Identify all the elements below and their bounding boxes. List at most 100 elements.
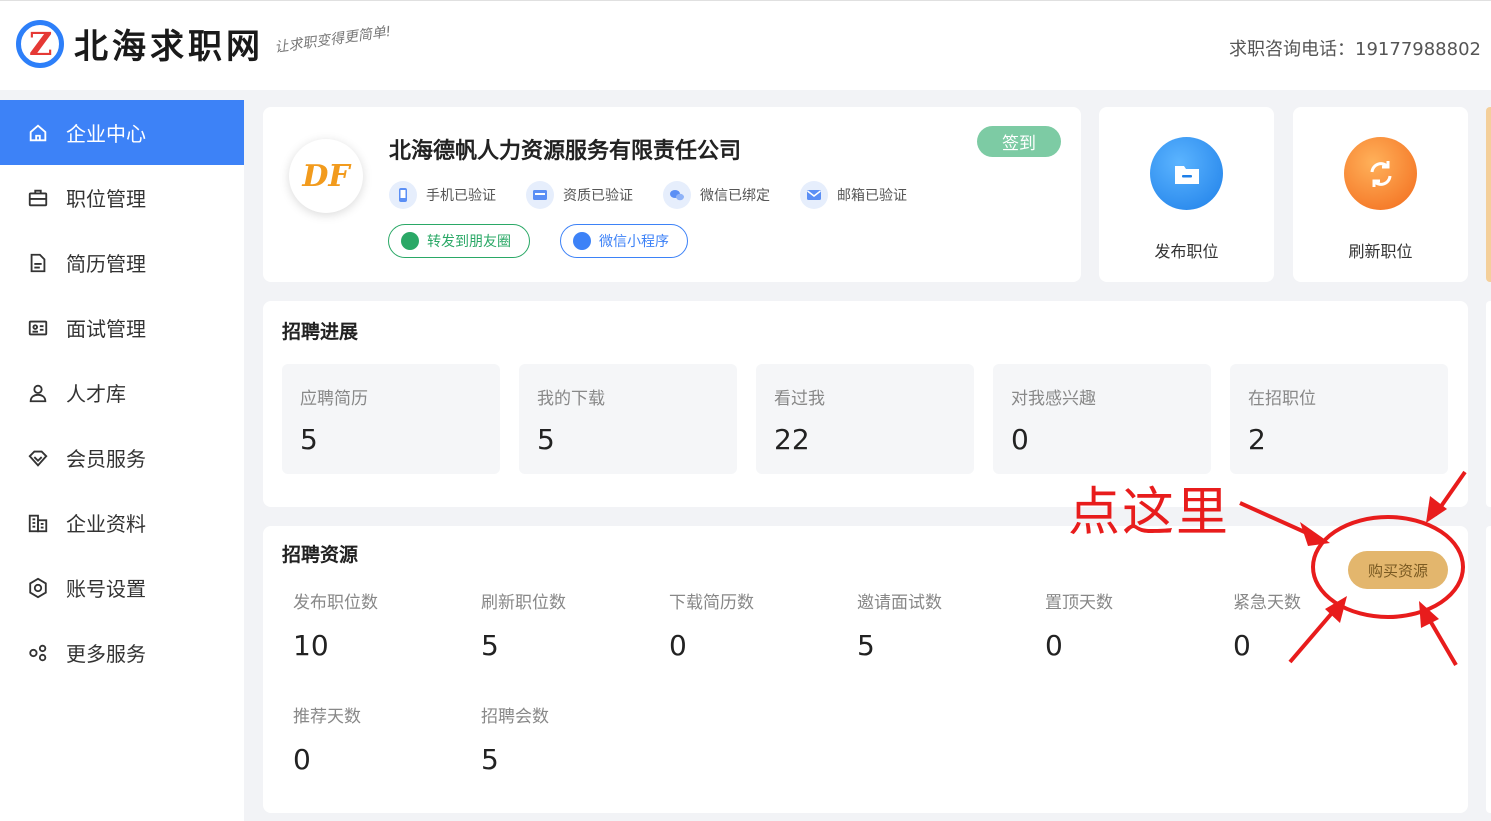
company-name: 北海德帆人力资源服务有限责任公司 <box>389 139 742 164</box>
resource-label: 推荐天数 <box>293 707 361 727</box>
stat-value: 2 <box>1248 423 1266 456</box>
resource-item: 招聘会数 5 <box>481 702 669 776</box>
site-slogan: 让求职变得更简单! <box>273 23 393 56</box>
company-logo: DF <box>289 139 363 213</box>
resource-item: 发布职位数 10 <box>293 588 481 662</box>
verification-phone: 手机已验证 <box>389 181 496 209</box>
sidebar-item-interview-management[interactable]: 面试管理 <box>0 295 244 360</box>
resource-value: 0 <box>1233 629 1251 662</box>
resource-value: 10 <box>293 629 329 662</box>
home-icon <box>26 121 50 145</box>
sidebar-item-label: 职位管理 <box>66 187 146 211</box>
resource-label: 刷新职位数 <box>481 593 566 613</box>
sidebar-item-member-service[interactable]: 会员服务 <box>0 425 244 490</box>
stat-interested[interactable]: 对我感兴趣 0 <box>993 364 1211 474</box>
sidebar-item-label: 简历管理 <box>66 252 146 276</box>
stat-value: 5 <box>300 423 318 456</box>
document-icon <box>26 251 50 275</box>
resource-value: 0 <box>669 629 687 662</box>
sidebar: 企业中心 职位管理 简历管理 面试管理 人才库 会员服务 企业资料 账号设置 更… <box>0 100 244 821</box>
stat-viewed-me[interactable]: 看过我 22 <box>756 364 974 474</box>
share-moments-button[interactable]: 转发到朋友圈 <box>388 224 530 258</box>
id-card-icon <box>26 316 50 340</box>
post-job-button[interactable]: 发布职位 <box>1099 107 1274 282</box>
sidebar-item-enterprise-center[interactable]: 企业中心 <box>0 100 244 165</box>
verification-label: 手机已验证 <box>426 188 496 204</box>
verification-wechat: 微信已绑定 <box>663 181 770 209</box>
annotation-text: 点这里 <box>1068 483 1231 543</box>
checkin-button[interactable]: 签到 <box>977 126 1061 157</box>
sidebar-item-more-services[interactable]: 更多服务 <box>0 620 244 685</box>
sidebar-item-label: 更多服务 <box>66 642 146 666</box>
sidebar-item-job-management[interactable]: 职位管理 <box>0 165 244 230</box>
settings-icon <box>26 576 50 600</box>
sidebar-item-resume-management[interactable]: 简历管理 <box>0 230 244 295</box>
top-bar: 北海求职网 让求职变得更简单! 求职咨询电话：19177988802 <box>0 0 1491 90</box>
verification-credential: 资质已验证 <box>526 181 633 209</box>
post-job-label: 发布职位 <box>1154 242 1219 261</box>
resource-item: 邀请面试数 5 <box>857 588 1045 662</box>
company-logo-text: DF <box>302 158 350 194</box>
resource-value: 5 <box>481 743 499 776</box>
stat-downloads[interactable]: 我的下载 5 <box>519 364 737 474</box>
hotline-text: 求职咨询电话：19177988802 <box>1229 39 1481 60</box>
resource-value: 5 <box>481 629 499 662</box>
section-title: 招聘进展 <box>282 321 359 343</box>
recruitment-resources-card: 招聘资源 购买资源 发布职位数 10 刷新职位数 5 下载简历数 0 邀请面试数… <box>263 526 1468 813</box>
buy-resources-button[interactable]: 购买资源 <box>1348 551 1448 589</box>
sidebar-item-talent-pool[interactable]: 人才库 <box>0 360 244 425</box>
resource-value: 0 <box>293 743 311 776</box>
resource-label: 下载简历数 <box>669 593 754 613</box>
partial-card-edge <box>1486 107 1491 282</box>
progress-stats: 应聘简历 5 我的下载 5 看过我 22 对我感兴趣 0 在招职位 2 <box>282 364 1448 474</box>
building-icon <box>26 511 50 535</box>
refresh-job-button[interactable]: 刷新职位 <box>1293 107 1468 282</box>
resource-value: 0 <box>1045 629 1063 662</box>
mail-icon <box>800 181 828 209</box>
sidebar-item-company-profile[interactable]: 企业资料 <box>0 490 244 555</box>
site-logo[interactable]: 北海求职网 让求职变得更简单! <box>16 19 392 68</box>
sidebar-item-account-settings[interactable]: 账号设置 <box>0 555 244 620</box>
resource-value: 5 <box>857 629 875 662</box>
recruitment-progress-card: 招聘进展 应聘简历 5 我的下载 5 看过我 22 对我感兴趣 0 在招职位 2 <box>263 301 1468 507</box>
folder-icon <box>1150 137 1223 210</box>
share-actions: 转发到朋友圈 微信小程序 <box>388 224 718 258</box>
credential-icon <box>526 181 554 209</box>
verification-list: 手机已验证 资质已验证 微信已绑定 邮箱已验证 <box>389 181 937 209</box>
stat-value: 0 <box>1011 423 1029 456</box>
resource-item: 刷新职位数 5 <box>481 588 669 662</box>
apps-icon <box>26 641 50 665</box>
stat-label: 在招职位 <box>1248 389 1316 409</box>
share-moments-label: 转发到朋友圈 <box>427 234 511 250</box>
partial-card-edge <box>1486 526 1491 813</box>
resource-label: 置顶天数 <box>1045 593 1113 613</box>
resource-item: 紧急天数 0 <box>1233 588 1421 662</box>
stat-applications[interactable]: 应聘简历 5 <box>282 364 500 474</box>
section-title: 招聘资源 <box>282 544 359 566</box>
sidebar-item-label: 企业资料 <box>66 512 146 536</box>
diamond-icon <box>26 446 50 470</box>
stat-label: 我的下载 <box>537 389 605 409</box>
company-card: DF 北海德帆人力资源服务有限责任公司 签到 手机已验证 资质已验证 微信已绑定… <box>263 107 1081 282</box>
resource-item: 推荐天数 0 <box>293 702 481 776</box>
resource-label: 招聘会数 <box>481 707 549 727</box>
sidebar-item-label: 人才库 <box>66 382 126 406</box>
stat-label: 应聘简历 <box>300 389 368 409</box>
stat-label: 对我感兴趣 <box>1011 389 1096 409</box>
stat-value: 22 <box>774 423 810 456</box>
sidebar-item-label: 面试管理 <box>66 317 146 341</box>
stat-value: 5 <box>537 423 555 456</box>
mini-program-button[interactable]: 微信小程序 <box>560 224 688 258</box>
logo-mark-icon <box>16 19 64 68</box>
resource-label: 邀请面试数 <box>857 593 942 613</box>
resource-item: 下载简历数 0 <box>669 588 857 662</box>
verification-label: 微信已绑定 <box>700 188 770 204</box>
wechat-icon <box>663 181 691 209</box>
stat-open-jobs[interactable]: 在招职位 2 <box>1230 364 1448 474</box>
verification-label: 资质已验证 <box>563 188 633 204</box>
phone-icon <box>389 181 417 209</box>
verification-label: 邮箱已验证 <box>837 188 907 204</box>
verification-email: 邮箱已验证 <box>800 181 907 209</box>
sidebar-item-label: 账号设置 <box>66 577 146 601</box>
resource-label: 紧急天数 <box>1233 593 1301 613</box>
